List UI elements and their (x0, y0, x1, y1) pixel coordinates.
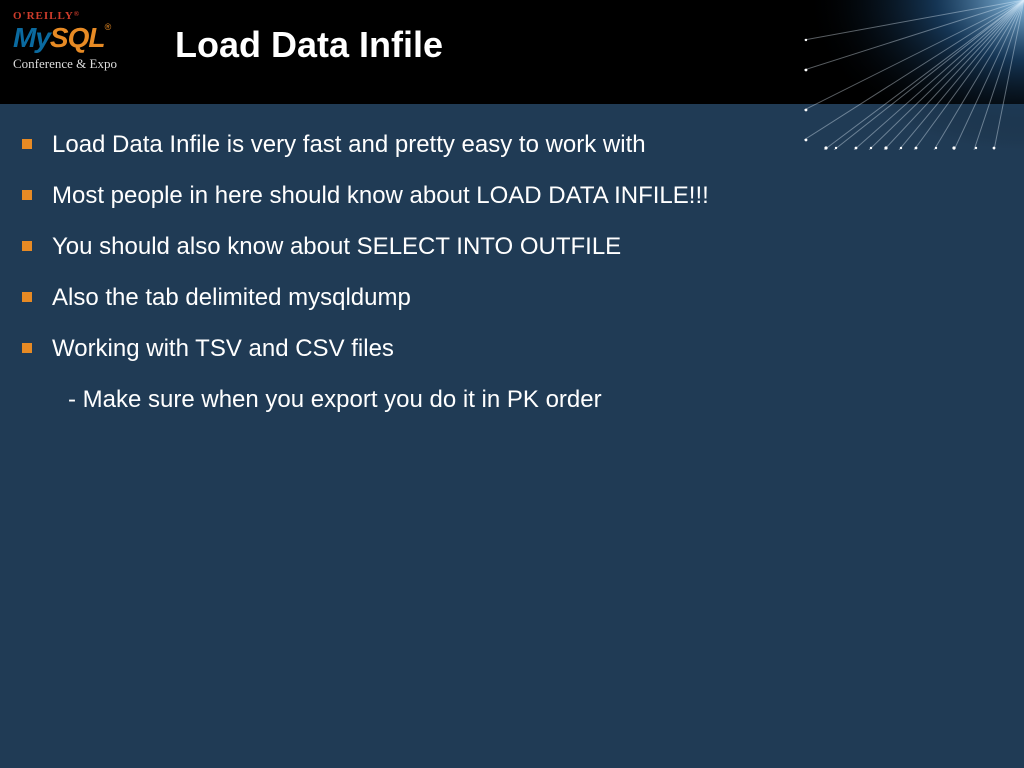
bullet-text: You should also know about SELECT INTO O… (52, 232, 621, 262)
bullet-icon (22, 292, 32, 302)
logo-area: O'REILLY® MySQL® Conference & Expo (13, 10, 153, 100)
conference-expo-label: Conference & Expo (13, 56, 153, 72)
registered-mark-icon: ® (74, 10, 80, 18)
slide: O'REILLY® MySQL® Conference & Expo Load … (0, 0, 1024, 768)
bullet-icon (22, 343, 32, 353)
bullet-text: Most people in here should know about LO… (52, 181, 709, 211)
oreilly-text: O'REILLY (13, 10, 74, 22)
list-item: Most people in here should know about LO… (22, 181, 994, 211)
bullet-list: Load Data Infile is very fast and pretty… (22, 130, 994, 364)
header-band (0, 0, 1024, 104)
list-item: Load Data Infile is very fast and pretty… (22, 130, 994, 160)
mysql-my: My (13, 22, 50, 53)
sub-bullet-text: - Make sure when you export you do it in… (68, 386, 994, 414)
oreilly-brand: O'REILLY® (13, 10, 153, 22)
bullet-icon (22, 241, 32, 251)
content-area: Load Data Infile is very fast and pretty… (22, 130, 994, 414)
registered-mark-icon: ® (104, 22, 111, 32)
bullet-text: Working with TSV and CSV files (52, 334, 394, 364)
bullet-icon (22, 190, 32, 200)
bullet-text: Also the tab delimited mysqldump (52, 283, 411, 313)
bullet-icon (22, 139, 32, 149)
mysql-logo: MySQL® (13, 22, 153, 54)
list-item: Working with TSV and CSV files (22, 334, 994, 364)
list-item: You should also know about SELECT INTO O… (22, 232, 994, 262)
list-item: Also the tab delimited mysqldump (22, 283, 994, 313)
bullet-text: Load Data Infile is very fast and pretty… (52, 130, 646, 160)
slide-title: Load Data Infile (175, 24, 443, 66)
mysql-sql: SQL (50, 22, 105, 53)
